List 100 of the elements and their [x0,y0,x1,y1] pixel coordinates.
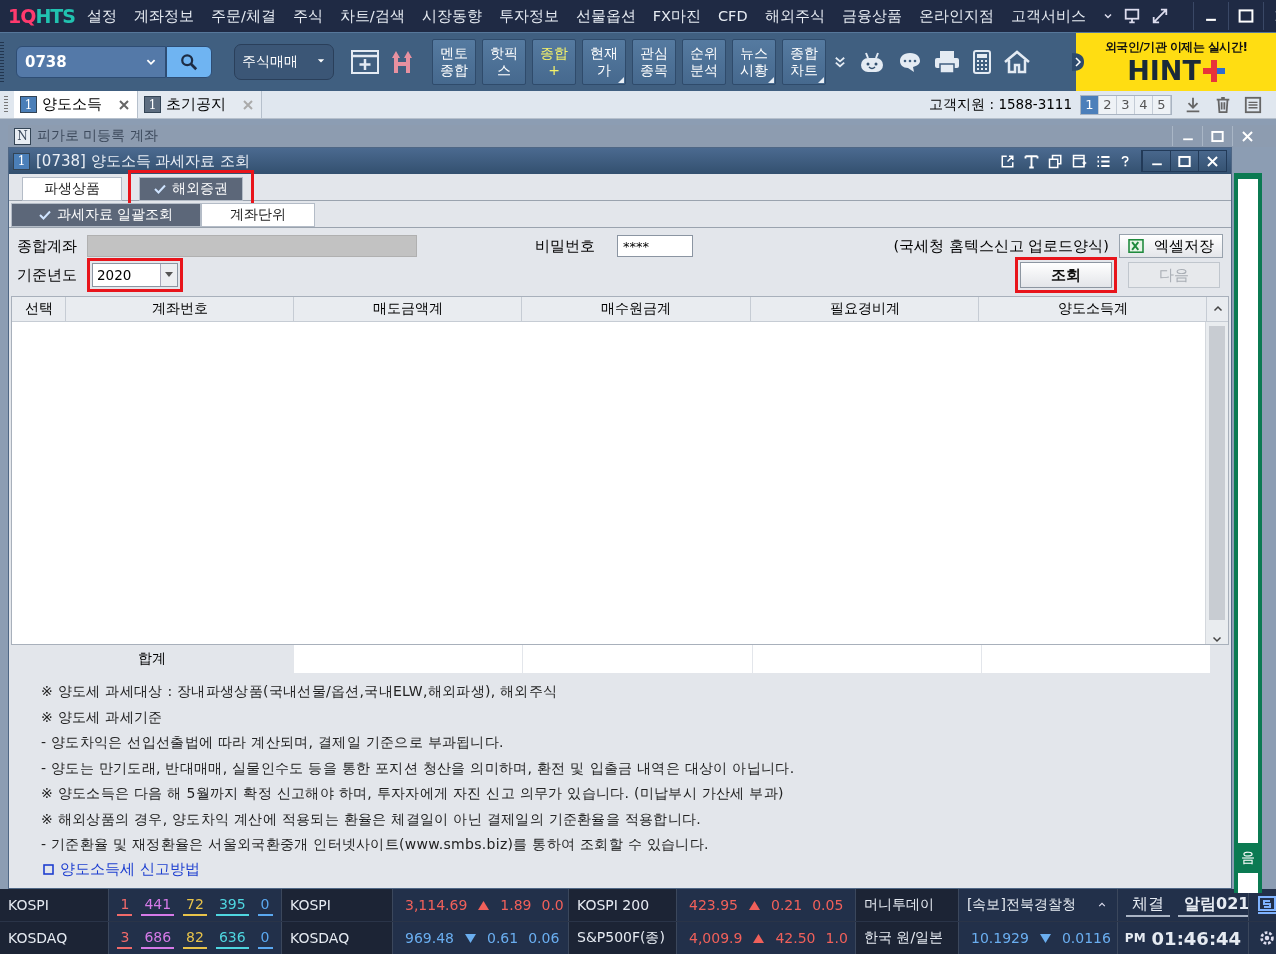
robot-icon[interactable] [858,50,886,74]
home-icon[interactable] [1004,50,1030,74]
close-icon[interactable] [119,99,129,110]
maximize-icon[interactable] [1237,8,1254,24]
chevron-down-icon[interactable] [1102,11,1113,21]
shortcut-button[interactable]: 멘토 종합 [432,39,476,85]
menu-item[interactable]: 설정 [86,6,117,26]
copy-icon[interactable] [1048,153,1063,169]
currency-name: 한국 원/일본 [856,922,958,954]
scrollbar[interactable] [1205,322,1228,644]
password-field[interactable]: **** [617,235,693,257]
search-button[interactable] [166,46,212,78]
document-tab[interactable]: 1 초기공지 [138,91,262,118]
change-rate: 0.05 [812,897,844,913]
menu-item[interactable]: 시장동향 [421,6,482,26]
breadth-count: 0 [257,927,273,949]
fullscreen-icon[interactable] [1150,7,1169,25]
menu-item[interactable]: 주문/체결 [210,6,276,26]
s-badge-icon[interactable] [1257,895,1276,915]
stock-code-field[interactable]: 0738 [16,46,166,78]
change: 0.0116 [1061,930,1111,946]
spreadsheet-icon[interactable] [1128,239,1144,253]
market-name: KOSPI 200 [569,889,676,921]
breadth-count: 636 [215,927,249,949]
text-icon[interactable] [1024,153,1039,169]
breadth-count: 0 [257,894,273,916]
calculator-icon[interactable] [972,50,992,74]
view-tab[interactable]: 과세자료 일괄조회 [11,203,201,227]
shortcut-button[interactable]: 핫픽 스 [482,39,526,85]
window-title: 피가로 미등록 계좌 [37,127,158,145]
monitor-icon[interactable] [1122,7,1141,25]
excel-save-button[interactable]: 엑셀저장 [1119,234,1223,258]
page-button[interactable]: 4 [1135,95,1153,114]
menu-item[interactable]: 온라인지점 [918,6,994,26]
printer-icon[interactable] [934,50,960,74]
change-rate: 0.0 [541,897,564,913]
check-icon [38,210,51,220]
note-line: - 양도차익은 선입선출법에 따라 계산되며, 결제일 기준으로 부과됩니다. [41,733,505,752]
menu-item[interactable]: 차트/검색 [339,6,405,26]
change-rate: 1.0 [825,930,848,946]
double-chevron-down-icon[interactable] [834,54,846,70]
year-dropdown[interactable]: 2020 [92,263,178,287]
note-line: ※ 양도소득은 다음 해 5월까지 확정 신고해야 하며, 투자자에게 자진 신고 의무가 있습니다. (미납부시 가산세 부과) [41,784,785,803]
shortcut-button[interactable]: 뉴스 시황 [732,39,776,85]
menu-item[interactable]: 해외주식 [764,6,825,26]
category-tab[interactable]: 파생상품 [22,177,122,201]
popout-icon[interactable] [1000,153,1015,169]
scroll-up-icon[interactable] [1211,304,1224,314]
shortcut-button[interactable]: 순위 분석 [682,39,726,85]
menu-item[interactable]: 투자정보 [498,6,559,26]
search-icon[interactable] [180,53,198,71]
double-arrow-up-icon[interactable] [390,49,414,75]
note-line: - 양도는 만기도래, 반대매매, 실물인수도 등을 통한 포지션 청산을 의미하며, 환전 및 입출금 내역은 대상이 아닙니다. [41,758,796,778]
scroll-down-icon[interactable] [1211,634,1223,644]
download-icon[interactable] [1184,95,1202,114]
page-button[interactable]: 5 [1153,95,1171,114]
menu-item[interactable]: 금융상품 [841,6,902,26]
price: 4,009.9 [689,930,743,946]
column-header: 필요경비계 [751,297,979,321]
menu-item[interactable]: 선물옵션 [575,6,636,26]
column-header: 계좌번호 [66,297,294,321]
menu-item[interactable]: 계좌정보 [133,6,194,26]
new-window-icon[interactable] [350,49,380,75]
guide-link[interactable]: 양도소득세 신고방법 [60,860,200,879]
shortcut-button[interactable]: 종합 + [532,39,576,85]
page-button[interactable]: 3 [1117,95,1135,114]
alert-tab[interactable]: 체결 [1126,893,1170,917]
menu-item[interactable]: 고객서비스 [1010,6,1086,26]
category-tab[interactable]: 해외증권 [139,177,243,201]
dropdown-arrow-icon[interactable] [165,272,173,278]
menu-item[interactable]: FX마진 [652,6,701,26]
list-icon[interactable] [1096,153,1111,169]
account-field[interactable] [87,235,417,257]
price: 10.1929 [971,930,1029,946]
menu-item[interactable]: CFD [718,8,748,24]
menu-item[interactable]: 주식 [292,6,323,26]
save-window-icon[interactable] [1072,153,1087,169]
change: 0.21 [771,897,803,913]
trash-icon[interactable] [1214,95,1232,114]
action-button[interactable]: 조회 [1020,262,1112,288]
view-tab[interactable]: 계좌단위 [201,203,315,227]
order-dropdown[interactable]: 주식매매 [234,44,334,80]
settings-icon[interactable] [1258,929,1276,947]
arrow-tab-icon [1072,53,1084,71]
field-label: 기준년도 [17,265,77,285]
maximize-icon[interactable] [1178,154,1191,168]
page-button[interactable]: 2 [1099,95,1117,114]
shortcut-button[interactable]: 현재 가 [582,39,626,85]
breadth-count: 686 [141,927,175,949]
document-tab[interactable]: 1 양도소득 [14,91,138,118]
side-tab[interactable]: 음 [1236,843,1260,873]
page-button[interactable]: 1 [1081,95,1099,114]
chat-bubble-icon[interactable] [898,51,922,73]
layout-icon[interactable] [1244,95,1262,114]
upload-note: (국세청 홈텍스신고 업로드양식) [893,236,1109,256]
shortcut-button[interactable]: 관심 종목 [632,39,676,85]
change: 1.89 [500,897,532,913]
window-title: [0738] 양도소득 과세자료 조회 [36,151,251,171]
shortcut-button[interactable]: 종합 차트 [782,39,826,85]
column-header: 양도소득계 [979,297,1207,321]
